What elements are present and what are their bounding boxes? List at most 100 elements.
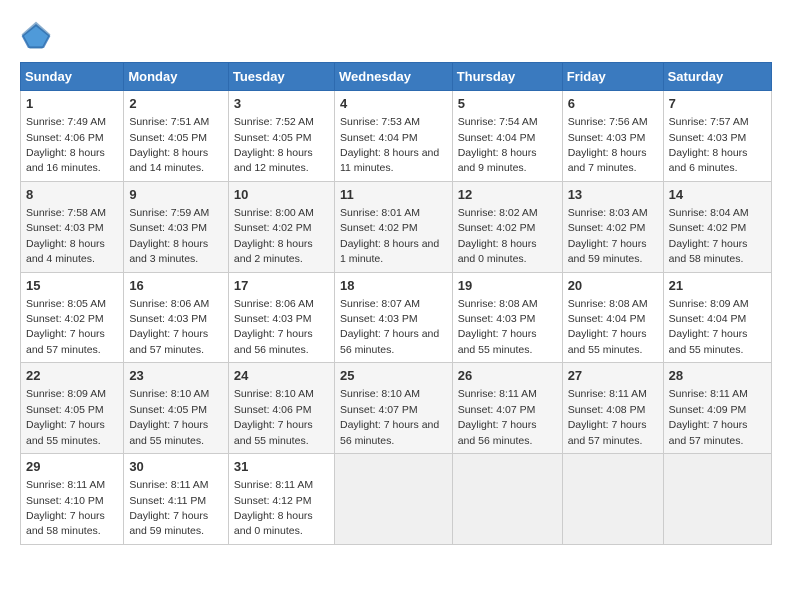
day-info: Sunrise: 8:07 AMSunset: 4:03 PMDaylight:… bbox=[340, 298, 439, 356]
calendar-cell: 10 Sunrise: 8:00 AMSunset: 4:02 PMDayligh… bbox=[228, 181, 334, 272]
calendar-week-1: 1 Sunrise: 7:49 AMSunset: 4:06 PMDaylight… bbox=[21, 91, 772, 182]
day-number: 10 bbox=[234, 186, 329, 204]
day-number: 19 bbox=[458, 277, 557, 295]
calendar-cell bbox=[663, 454, 771, 545]
calendar-cell: 4 Sunrise: 7:53 AMSunset: 4:04 PMDaylight… bbox=[334, 91, 452, 182]
calendar-cell: 12Sunrise: 8:02 AMSunset: 4:02 PMDayligh… bbox=[452, 181, 562, 272]
logo bbox=[20, 20, 56, 52]
calendar-cell bbox=[452, 454, 562, 545]
day-info: Sunrise: 8:06 AMSunset: 4:03 PMDaylight:… bbox=[234, 298, 314, 356]
day-header-monday: Monday bbox=[124, 63, 229, 91]
calendar-cell: 26Sunrise: 8:11 AMSunset: 4:07 PMDayligh… bbox=[452, 363, 562, 454]
day-number: 16 bbox=[129, 277, 223, 295]
day-info: Sunrise: 8:10 AMSunset: 4:05 PMDaylight:… bbox=[129, 388, 209, 446]
day-number: 4 bbox=[340, 95, 447, 113]
day-header-sunday: Sunday bbox=[21, 63, 124, 91]
day-number: 30 bbox=[129, 458, 223, 476]
day-number: 9 bbox=[129, 186, 223, 204]
day-number: 17 bbox=[234, 277, 329, 295]
day-info: Sunrise: 7:49 AMSunset: 4:06 PMDaylight:… bbox=[26, 116, 106, 174]
calendar-cell: 22 Sunrise: 8:09 AMSunset: 4:05 PMDayligh… bbox=[21, 363, 124, 454]
calendar-cell: 7Sunrise: 7:57 AMSunset: 4:03 PMDaylight… bbox=[663, 91, 771, 182]
day-info: Sunrise: 7:58 AMSunset: 4:03 PMDaylight:… bbox=[26, 207, 106, 265]
calendar-cell: 27Sunrise: 8:11 AMSunset: 4:08 PMDayligh… bbox=[562, 363, 663, 454]
calendar-cell: 14 Sunrise: 8:04 AMSunset: 4:02 PMDayligh… bbox=[663, 181, 771, 272]
calendar-cell: 29 Sunrise: 8:11 AMSunset: 4:10 PMDayligh… bbox=[21, 454, 124, 545]
day-number: 22 bbox=[26, 367, 118, 385]
day-number: 29 bbox=[26, 458, 118, 476]
day-info: Sunrise: 8:05 AMSunset: 4:02 PMDaylight:… bbox=[26, 298, 106, 356]
calendar-week-5: 29 Sunrise: 8:11 AMSunset: 4:10 PMDayligh… bbox=[21, 454, 772, 545]
day-number: 12 bbox=[458, 186, 557, 204]
day-info: Sunrise: 8:09 AMSunset: 4:04 PMDaylight:… bbox=[669, 298, 749, 356]
day-number: 3 bbox=[234, 95, 329, 113]
day-header-thursday: Thursday bbox=[452, 63, 562, 91]
calendar-cell: 24 Sunrise: 8:10 AMSunset: 4:06 PMDayligh… bbox=[228, 363, 334, 454]
calendar-cell: 1 Sunrise: 7:49 AMSunset: 4:06 PMDaylight… bbox=[21, 91, 124, 182]
calendar-cell: 6 Sunrise: 7:56 AMSunset: 4:03 PMDaylight… bbox=[562, 91, 663, 182]
day-number: 20 bbox=[568, 277, 658, 295]
calendar-cell: 15 Sunrise: 8:05 AMSunset: 4:02 PMDayligh… bbox=[21, 272, 124, 363]
calendar-cell: 11 Sunrise: 8:01 AMSunset: 4:02 PMDayligh… bbox=[334, 181, 452, 272]
calendar-body: 1 Sunrise: 7:49 AMSunset: 4:06 PMDaylight… bbox=[21, 91, 772, 545]
calendar-week-3: 15 Sunrise: 8:05 AMSunset: 4:02 PMDayligh… bbox=[21, 272, 772, 363]
day-info: Sunrise: 8:08 AMSunset: 4:04 PMDaylight:… bbox=[568, 298, 648, 356]
day-info: Sunrise: 8:01 AMSunset: 4:02 PMDaylight:… bbox=[340, 207, 439, 265]
logo-icon bbox=[20, 20, 52, 52]
day-number: 14 bbox=[669, 186, 766, 204]
day-info: Sunrise: 8:11 AMSunset: 4:07 PMDaylight:… bbox=[458, 388, 537, 446]
day-info: Sunrise: 8:08 AMSunset: 4:03 PMDaylight:… bbox=[458, 298, 538, 356]
day-info: Sunrise: 7:52 AMSunset: 4:05 PMDaylight:… bbox=[234, 116, 314, 174]
calendar-cell: 18 Sunrise: 8:07 AMSunset: 4:03 PMDayligh… bbox=[334, 272, 452, 363]
calendar-cell: 9 Sunrise: 7:59 AMSunset: 4:03 PMDaylight… bbox=[124, 181, 229, 272]
day-number: 2 bbox=[129, 95, 223, 113]
calendar-cell: 3 Sunrise: 7:52 AMSunset: 4:05 PMDaylight… bbox=[228, 91, 334, 182]
day-number: 31 bbox=[234, 458, 329, 476]
day-header-saturday: Saturday bbox=[663, 63, 771, 91]
calendar-cell: 30Sunrise: 8:11 AMSunset: 4:11 PMDayligh… bbox=[124, 454, 229, 545]
day-number: 23 bbox=[129, 367, 223, 385]
day-info: Sunrise: 7:57 AMSunset: 4:03 PMDaylight:… bbox=[669, 116, 749, 174]
calendar-cell: 28Sunrise: 8:11 AMSunset: 4:09 PMDayligh… bbox=[663, 363, 771, 454]
day-info: Sunrise: 8:03 AMSunset: 4:02 PMDaylight:… bbox=[568, 207, 648, 265]
calendar-cell: 17 Sunrise: 8:06 AMSunset: 4:03 PMDayligh… bbox=[228, 272, 334, 363]
calendar-week-4: 22 Sunrise: 8:09 AMSunset: 4:05 PMDayligh… bbox=[21, 363, 772, 454]
day-info: Sunrise: 8:11 AMSunset: 4:10 PMDaylight:… bbox=[26, 479, 105, 537]
day-number: 11 bbox=[340, 186, 447, 204]
calendar-week-2: 8 Sunrise: 7:58 AMSunset: 4:03 PMDaylight… bbox=[21, 181, 772, 272]
day-number: 28 bbox=[669, 367, 766, 385]
day-info: Sunrise: 8:10 AMSunset: 4:07 PMDaylight:… bbox=[340, 388, 439, 446]
day-number: 1 bbox=[26, 95, 118, 113]
day-number: 18 bbox=[340, 277, 447, 295]
calendar-cell: 8 Sunrise: 7:58 AMSunset: 4:03 PMDaylight… bbox=[21, 181, 124, 272]
day-number: 24 bbox=[234, 367, 329, 385]
calendar-cell: 19 Sunrise: 8:08 AMSunset: 4:03 PMDayligh… bbox=[452, 272, 562, 363]
day-number: 15 bbox=[26, 277, 118, 295]
day-info: Sunrise: 8:06 AMSunset: 4:03 PMDaylight:… bbox=[129, 298, 209, 356]
day-info: Sunrise: 7:53 AMSunset: 4:04 PMDaylight:… bbox=[340, 116, 439, 174]
day-number: 25 bbox=[340, 367, 447, 385]
day-info: Sunrise: 8:04 AMSunset: 4:02 PMDaylight:… bbox=[669, 207, 749, 265]
calendar-cell: 23 Sunrise: 8:10 AMSunset: 4:05 PMDayligh… bbox=[124, 363, 229, 454]
day-info: Sunrise: 8:00 AMSunset: 4:02 PMDaylight:… bbox=[234, 207, 314, 265]
day-header-friday: Friday bbox=[562, 63, 663, 91]
calendar-cell: 31Sunrise: 8:11 AMSunset: 4:12 PMDayligh… bbox=[228, 454, 334, 545]
calendar-cell bbox=[334, 454, 452, 545]
day-info: Sunrise: 7:56 AMSunset: 4:03 PMDaylight:… bbox=[568, 116, 648, 174]
day-info: Sunrise: 8:09 AMSunset: 4:05 PMDaylight:… bbox=[26, 388, 106, 446]
calendar-cell: 13Sunrise: 8:03 AMSunset: 4:02 PMDayligh… bbox=[562, 181, 663, 272]
day-info: Sunrise: 7:51 AMSunset: 4:05 PMDaylight:… bbox=[129, 116, 209, 174]
calendar-cell: 21Sunrise: 8:09 AMSunset: 4:04 PMDayligh… bbox=[663, 272, 771, 363]
calendar-cell: 16 Sunrise: 8:06 AMSunset: 4:03 PMDayligh… bbox=[124, 272, 229, 363]
calendar-cell: 5Sunrise: 7:54 AMSunset: 4:04 PMDaylight… bbox=[452, 91, 562, 182]
calendar-cell: 20 Sunrise: 8:08 AMSunset: 4:04 PMDayligh… bbox=[562, 272, 663, 363]
day-info: Sunrise: 7:59 AMSunset: 4:03 PMDaylight:… bbox=[129, 207, 209, 265]
calendar-table: SundayMondayTuesdayWednesdayThursdayFrid… bbox=[20, 62, 772, 545]
day-number: 6 bbox=[568, 95, 658, 113]
calendar-cell bbox=[562, 454, 663, 545]
day-number: 8 bbox=[26, 186, 118, 204]
day-number: 5 bbox=[458, 95, 557, 113]
day-info: Sunrise: 8:10 AMSunset: 4:06 PMDaylight:… bbox=[234, 388, 314, 446]
day-header-wednesday: Wednesday bbox=[334, 63, 452, 91]
day-number: 27 bbox=[568, 367, 658, 385]
